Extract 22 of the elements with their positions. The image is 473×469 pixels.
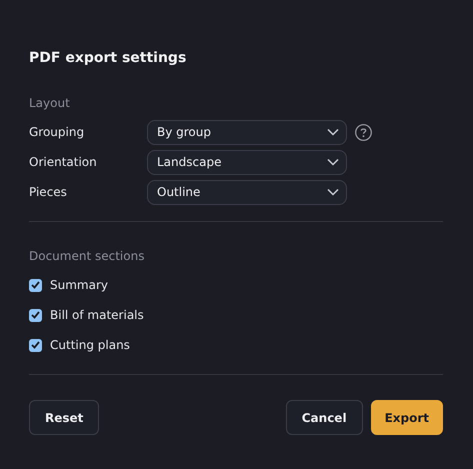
section-heading: Layout [29,95,71,111]
field-label: Grouping [29,125,86,139]
checkbox-label[interactable]: Cutting plans [50,338,130,352]
dialog-button[interactable]: Cancel [286,400,363,435]
field-label: Pieces [29,185,68,199]
help-icon[interactable] [355,124,372,140]
chevron-down-icon [327,128,339,136]
dropdown[interactable]: Outline [147,180,347,204]
checkbox[interactable] [29,308,42,322]
dialog-title: PDF export settings [29,49,188,67]
checkbox[interactable] [29,278,42,292]
checkbox-label[interactable]: Bill of materials [50,308,144,322]
dropdown[interactable]: Landscape [147,150,347,174]
export-button[interactable]: Export [370,400,443,435]
dropdown[interactable]: By group [147,120,347,144]
dialog-button[interactable]: Reset [29,400,100,435]
section-heading: Document sections [29,248,146,264]
chevron-down-icon [327,158,339,166]
checkbox-label[interactable]: Summary [50,278,108,292]
checkbox[interactable] [29,338,42,352]
field-label: Orientation [29,155,98,169]
chevron-down-icon [327,188,339,196]
